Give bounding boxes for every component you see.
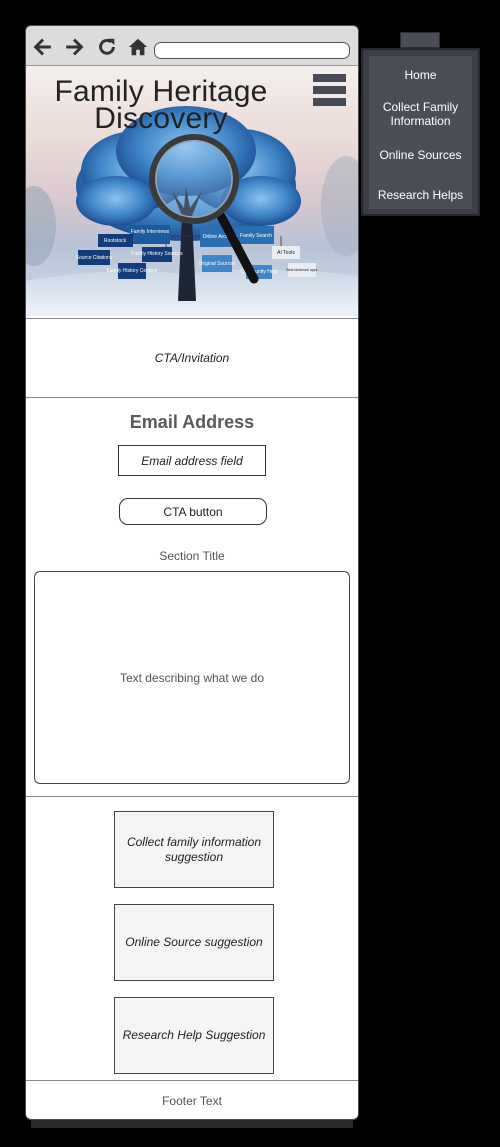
back-button[interactable]	[30, 35, 54, 59]
tree-label-family-interviews: Family Interviews	[131, 229, 170, 235]
tree-label-fh-sources: Family History Sources	[131, 251, 183, 257]
tree-label-ai-tools: AI Tools	[277, 250, 295, 256]
tree-label-rootstock: Rootstock	[104, 238, 127, 244]
browser-toolbar	[26, 26, 358, 66]
menu-tab	[400, 32, 440, 48]
hamburger-bar	[313, 86, 346, 94]
hamburger-menu-button[interactable]	[313, 74, 347, 110]
footer-text: Footer Text	[162, 1094, 222, 1108]
cta-invitation-text: CTA/Invitation	[154, 351, 230, 365]
tree-label-source-citations: Source Citations	[76, 255, 113, 261]
cta-button[interactable]: CTA button	[119, 498, 267, 525]
reload-button[interactable]	[95, 35, 119, 59]
online-source-suggestion[interactable]: Online Source suggestion	[114, 904, 274, 981]
collect-family-info-suggestion[interactable]: Collect family information suggestion	[114, 811, 274, 888]
url-bar[interactable]	[154, 42, 350, 59]
tree-label-family-search: Family Search	[240, 233, 272, 239]
menu-item-research-helps[interactable]: Research Helps	[369, 188, 472, 202]
hamburger-bar	[313, 98, 346, 106]
nav-menu-list: Home Collect Family Information Online S…	[369, 56, 472, 209]
email-field[interactable]: Email address field	[118, 445, 266, 476]
hero-banner: Family Interviews Rootstock Source Citat…	[26, 66, 358, 316]
tree-label-original-sources: Original Sources	[199, 261, 236, 267]
arrow-left-icon	[33, 38, 51, 56]
menu-item-home[interactable]: Home	[369, 68, 472, 82]
nav-menu-panel: Home Collect Family Information Online S…	[361, 48, 480, 216]
research-help-suggestion[interactable]: Research Help Suggestion	[114, 997, 274, 1074]
footer: Footer Text	[26, 1080, 358, 1119]
home-nav-button[interactable]	[126, 35, 150, 59]
about-text: Text describing what we do	[119, 670, 265, 685]
section-divider	[26, 796, 358, 797]
cta-invitation-section: CTA/Invitation	[26, 318, 358, 398]
hero-title-line2: Discovery	[94, 102, 228, 135]
arrow-right-icon	[66, 38, 84, 56]
reload-icon	[99, 38, 115, 55]
menu-item-online-sources[interactable]: Online Sources	[369, 148, 472, 162]
section-title: Section Title	[159, 549, 225, 563]
about-text-box: Text describing what we do	[34, 571, 350, 784]
tree-label-landmark-apps: Best landmark apps	[287, 268, 318, 272]
menu-item-collect-family-information[interactable]: Collect Family Information	[369, 100, 472, 128]
tree-label-fh-centers: Family History Centers	[107, 268, 158, 274]
forward-button[interactable]	[63, 35, 87, 59]
email-section-title: Email Address	[129, 412, 255, 432]
home-icon	[128, 38, 148, 56]
hamburger-bar	[313, 74, 346, 82]
phone-frame: Family Interviews Rootstock Source Citat…	[25, 25, 359, 1120]
